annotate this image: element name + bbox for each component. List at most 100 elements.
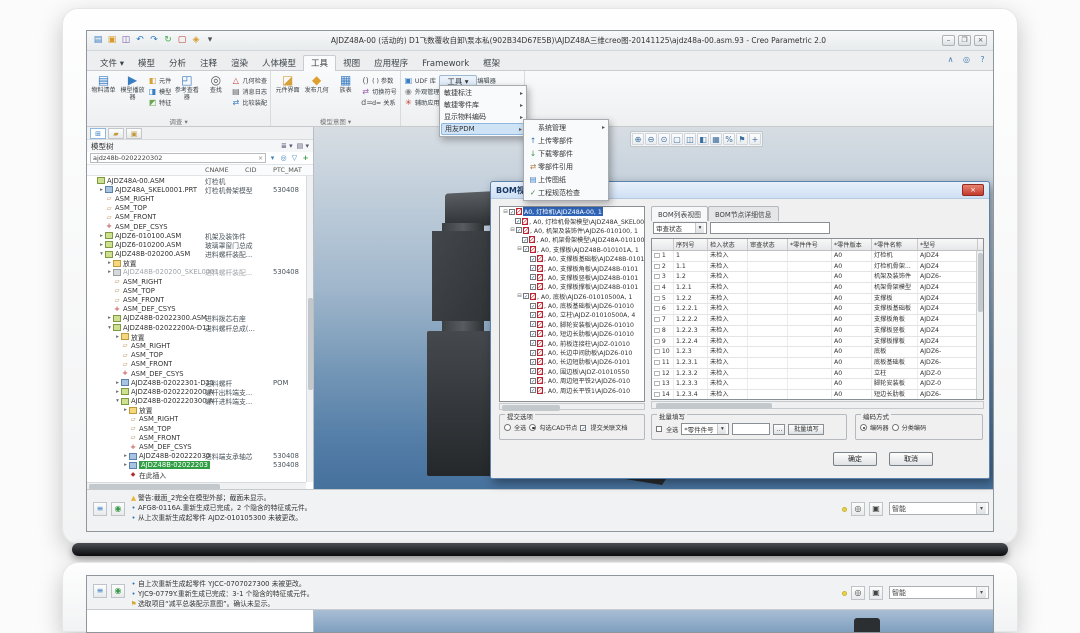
- minimize-button[interactable]: –: [942, 35, 955, 46]
- tree-row[interactable]: ▸放置: [87, 406, 306, 415]
- tree-row[interactable]: ASM_RIGHT: [87, 194, 306, 203]
- graphics-area-2[interactable]: [314, 610, 993, 633]
- clipboard-button-2[interactable]: ▣: [869, 586, 883, 600]
- col-header-*零件版本[interactable]: *零件版本: [832, 239, 872, 250]
- refit-icon[interactable]: ⊙: [658, 133, 670, 145]
- select-all-radio[interactable]: [504, 424, 511, 431]
- save-icon[interactable]: ◫: [120, 34, 132, 47]
- folder-browser-tab[interactable]: ▰: [108, 128, 124, 139]
- bom-tree-row[interactable]: ⊟✓A0, 灯检机\AJDZ48A-00, 1: [500, 207, 644, 216]
- tree-row[interactable]: ▸AJDZ48B-0202220200.A螺杆出料端支...: [87, 387, 306, 396]
- bom-tree-row[interactable]: ✓, A0, 长边短肋板\AJDZ6-0101: [500, 357, 644, 366]
- bom-node-checkbox[interactable]: ✓: [530, 359, 536, 365]
- expander-icon[interactable]: ▸: [106, 269, 113, 275]
- browser-icon-2[interactable]: ◉: [111, 584, 125, 598]
- bom-tree-hscrollbar[interactable]: [499, 403, 645, 410]
- tree-row[interactable]: ▸AJDZ48B-02022301-D11进料螺杆POM: [87, 378, 306, 387]
- bom-node-checkbox[interactable]: ✓: [530, 312, 536, 318]
- bom-table-row[interactable]: □ 141.2.3.4未检入A0短边长肋板AJDZ6-: [652, 390, 983, 400]
- tab-Framework[interactable]: Framework: [415, 56, 476, 72]
- tab-框架[interactable]: 框架: [476, 56, 507, 72]
- tab-人体模型[interactable]: 人体模型: [255, 56, 303, 72]
- linked-docs-checkbox[interactable]: ✓: [580, 425, 586, 431]
- selection-filter-select-2[interactable]: 智能 ▾: [889, 586, 989, 599]
- tree-row[interactable]: ASM_RIGHT: [87, 341, 306, 350]
- bom-tree-row[interactable]: ✓, A0, 脚轮安装板\AJDZ6-01010: [500, 320, 644, 329]
- favorites-tab[interactable]: ▣: [126, 128, 142, 139]
- expander-icon[interactable]: ▸: [122, 462, 129, 468]
- spin-center-icon[interactable]: +: [749, 133, 761, 145]
- bom-node-checkbox[interactable]: ✓: [509, 209, 515, 215]
- tree-row[interactable]: ▸AJDZ48B-020222030进料端支承轴芯530408: [87, 452, 306, 461]
- bom-tree-row[interactable]: ✓, A0, 支撑板基础板\AJDZ48B-0101: [500, 254, 644, 263]
- tree-vscrollbar[interactable]: [306, 176, 313, 482]
- expander-icon[interactable]: ▸: [98, 242, 105, 248]
- bom-node-checkbox[interactable]: ✓: [523, 293, 529, 299]
- bom-table-hscrollbar[interactable]: [651, 401, 984, 409]
- tab-视图[interactable]: 视图: [336, 56, 367, 72]
- close-window-icon[interactable]: ▢: [176, 34, 188, 47]
- bom-tree-row[interactable]: ✓, A0, 底板基础板\AJDZ6-01010: [500, 301, 644, 310]
- tree-row[interactable]: ASM_FRONT: [87, 360, 306, 369]
- expander-icon[interactable]: ⊟: [516, 246, 523, 252]
- bom-tree-row[interactable]: ✓, A0, 灯检机骨架模型\AJDZ48A_SKEL0001, 1: [500, 216, 644, 225]
- tree-row[interactable]: ASM_DEF_CSYS: [87, 222, 306, 231]
- bom-tree-row[interactable]: ✓, A0, 立柱\AJDZ-01010500A, 4: [500, 310, 644, 319]
- bom-tree-row[interactable]: ⊟✓, A0, 支撑板\AJDZ48B-010101A, 1: [500, 245, 644, 254]
- tree-row[interactable]: AJDZ48A-00.ASM灯检机: [87, 176, 306, 185]
- col-ptc-mat[interactable]: PTC_MAT: [273, 166, 302, 174]
- bom-tree-row[interactable]: ✓, A0, 周边短平铁2\AJDZ6-010: [500, 376, 644, 385]
- bom-node-checkbox[interactable]: ✓: [530, 340, 536, 346]
- model-tree-tab[interactable]: ⊞: [90, 128, 106, 139]
- tree-row[interactable]: ASM_TOP: [87, 204, 306, 213]
- model-button[interactable]: ◨模型: [148, 86, 171, 97]
- bom-table-row[interactable]: □ 71.2.2.2未检入A0支撑板角板AJDZ4: [652, 315, 983, 326]
- batch-fill-button[interactable]: 批量填写: [788, 424, 824, 435]
- expander-icon[interactable]: ▸: [122, 407, 129, 413]
- col-header-rownum[interactable]: [652, 239, 674, 250]
- saved-orientations-icon[interactable]: ◧: [697, 133, 709, 145]
- menu-item-上传图纸[interactable]: ▤上传图纸: [525, 173, 607, 186]
- parameters-button[interactable]: ()( ) 参数: [361, 75, 397, 86]
- expander-icon[interactable]: ⊟: [509, 227, 516, 233]
- bom-table-row[interactable]: □ 91.2.2.4未检入A0支撑板撑板AJDZ4: [652, 337, 983, 348]
- tree-row[interactable]: ASM_TOP: [87, 424, 306, 433]
- tree-row[interactable]: ASM_FRONT: [87, 295, 306, 304]
- bom-table-row[interactable]: □ 121.2.3.2未检入A0立柱AJDZ-0: [652, 369, 983, 380]
- col-header-审查状态[interactable]: 审查状态: [748, 239, 788, 250]
- tree-row[interactable]: ▸AJDZ48B-02022300.ASM进料拨芯右座: [87, 314, 306, 323]
- search-dropdown-icon[interactable]: ▾: [268, 154, 277, 162]
- bom-node-checkbox[interactable]: ✓: [530, 274, 536, 280]
- bom-tree-row[interactable]: ✓, A0, 围边板\AJDZ-01010550: [500, 367, 644, 376]
- tree-row[interactable]: ▾AJDZ48B-0202220300.A螺杆进料端支...: [87, 397, 306, 406]
- status-filter-select[interactable]: 审查状态▾: [653, 222, 707, 234]
- tree-row[interactable]: 在此插入: [87, 470, 306, 479]
- batch-field-select[interactable]: *零件件号▾: [681, 423, 729, 435]
- component-interface-button[interactable]: ◪元件界面: [274, 73, 301, 116]
- bom-table-row[interactable]: □ 131.2.3.3未检入A0脚轮安装板AJDZ-0: [652, 379, 983, 390]
- bom-table-vscrollbar[interactable]: [976, 251, 983, 399]
- tree-row[interactable]: ▸AJDZ48B-02022203530408: [87, 461, 306, 470]
- tree-display-icon[interactable]: ▤ ▾: [297, 142, 309, 150]
- tree-row[interactable]: ASM_RIGHT: [87, 415, 306, 424]
- tree-row[interactable]: ▸AJDZ48A_SKEL0001.PRT灯检机骨架模型530408: [87, 185, 306, 194]
- open-icon[interactable]: ▣: [106, 34, 118, 47]
- find-button[interactable]: ◎: [851, 502, 865, 516]
- menu-item-上传零部件[interactable]: ↑上传零部件: [525, 134, 607, 147]
- console-icon-2[interactable]: ≡: [93, 584, 107, 598]
- family-table-button[interactable]: ▦族表: [332, 73, 359, 116]
- datum-display-icon[interactable]: %: [723, 133, 735, 145]
- tree-row[interactable]: ▾AJDZ48B-02022200A-D11进料螺杆总成(...: [87, 323, 306, 332]
- encoder-radio[interactable]: [860, 424, 867, 431]
- tree-row[interactable]: ▸AJDZ6-010100.ASM机架及装饰件: [87, 231, 306, 240]
- col-cname[interactable]: CNAME: [205, 166, 229, 174]
- tree-row[interactable]: ASM_FRONT: [87, 433, 306, 442]
- bom-node-checkbox[interactable]: ✓: [530, 321, 536, 327]
- redo-icon[interactable]: ↷: [148, 34, 160, 47]
- undo-icon[interactable]: ↶: [134, 34, 146, 47]
- ok-button[interactable]: 确定: [833, 452, 877, 466]
- bom-node-checkbox[interactable]: ✓: [530, 350, 536, 356]
- bom-table-row[interactable]: □ 61.2.2.1未检入A0支撑板基础板AJDZ4: [652, 304, 983, 315]
- bom-node-checkbox[interactable]: ✓: [530, 284, 536, 290]
- tree-row[interactable]: ▸放置: [87, 259, 306, 268]
